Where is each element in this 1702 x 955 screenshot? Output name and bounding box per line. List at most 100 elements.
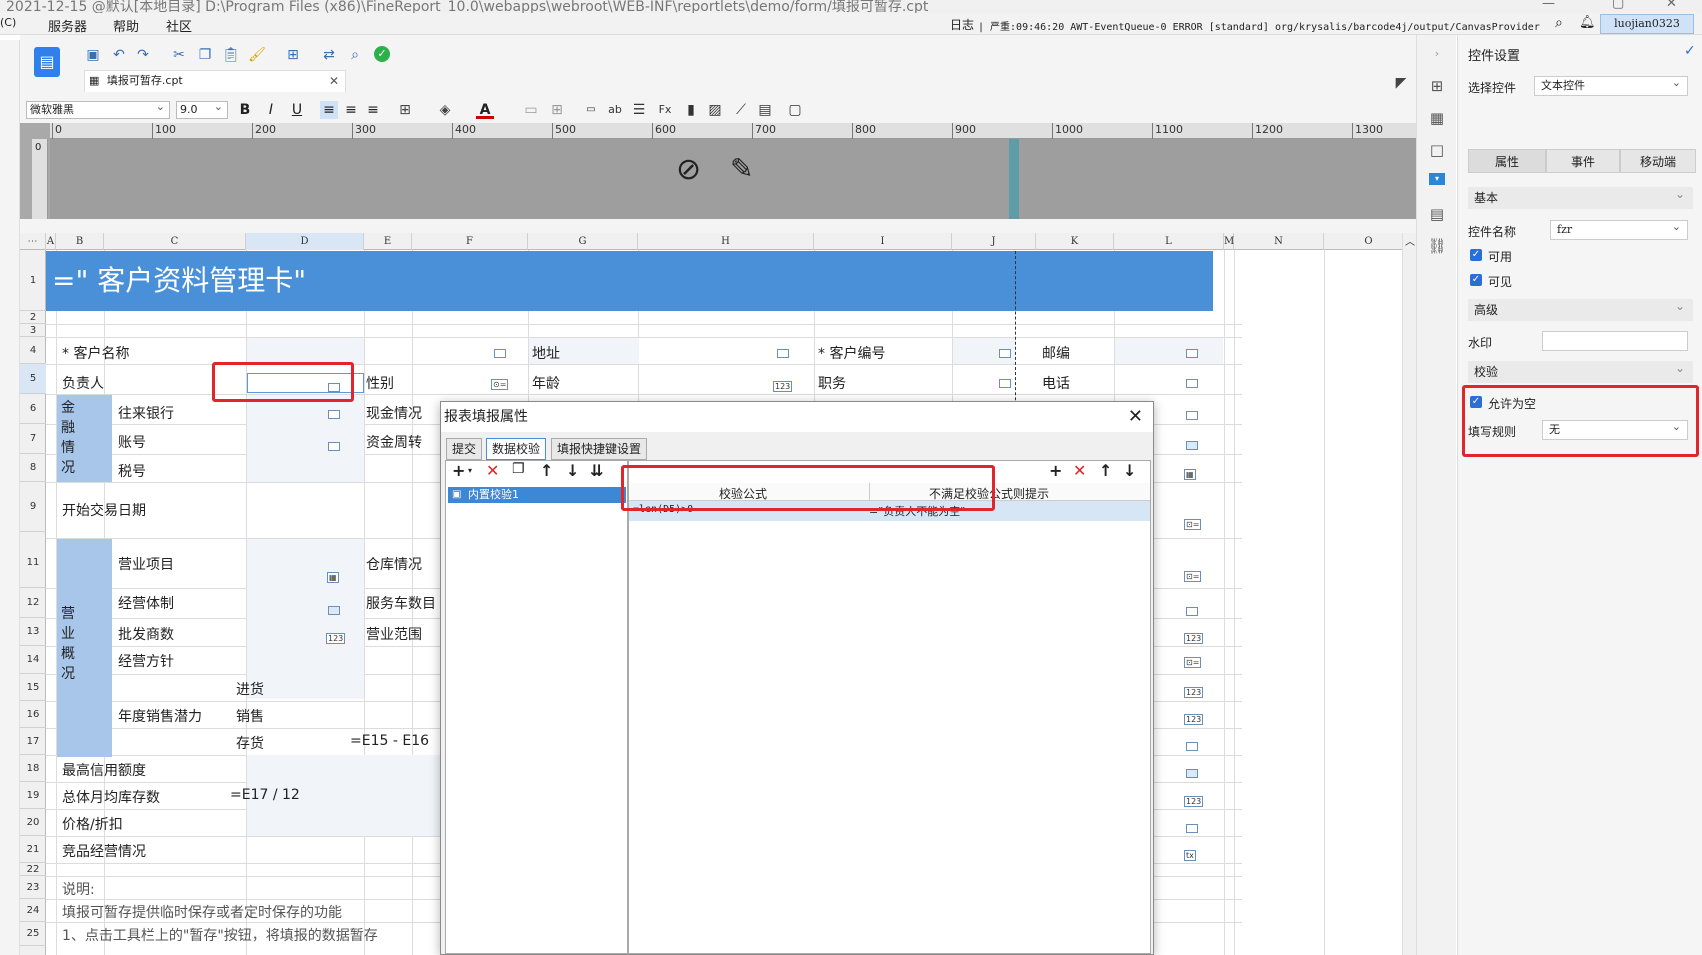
select-widget-dropdown[interactable]: 文本控件 ⌄: [1534, 76, 1688, 96]
delete-icon[interactable]: ✕: [486, 461, 499, 480]
move-up-icon[interactable]: ↑: [540, 461, 553, 480]
col-header[interactable]: J: [952, 233, 1036, 250]
menu-help[interactable]: 帮助: [113, 16, 139, 35]
copy-icon[interactable]: ❐: [196, 46, 214, 64]
validation-item[interactable]: ▣ 内置校验1: [448, 487, 626, 503]
hide-eye-icon[interactable]: ⊘: [676, 152, 701, 187]
enabled-checkbox[interactable]: ✓: [1470, 249, 1482, 261]
row-header-cell[interactable]: 4: [20, 337, 46, 364]
row-header-cell[interactable]: 24: [20, 899, 46, 922]
dialog-close-icon[interactable]: ✕: [1128, 402, 1143, 432]
user-account[interactable]: luojian0323: [1600, 14, 1694, 34]
fill-color-icon[interactable]: ◈: [436, 101, 454, 119]
condition-icon[interactable]: ▤: [1427, 205, 1447, 225]
swap-icon[interactable]: ⇄: [320, 46, 338, 64]
redo-icon[interactable]: ↷: [134, 46, 152, 64]
tab-mobile[interactable]: 移动端: [1620, 149, 1696, 173]
add-icon[interactable]: +: [452, 461, 465, 480]
cut-icon[interactable]: ✂: [170, 46, 188, 64]
tab-shortcut-settings[interactable]: 填报快捷键设置: [551, 438, 648, 460]
bell-icon[interactable]: 🔔︎: [1579, 15, 1596, 30]
col-header[interactable]: K: [1036, 233, 1114, 250]
paste-icon[interactable]: 📋︎: [222, 46, 240, 64]
border-icon[interactable]: ⊞: [396, 101, 414, 119]
row-header-cell[interactable]: 25: [20, 922, 46, 946]
add-dropdown-icon[interactable]: ▾: [468, 466, 472, 475]
text-field-icon[interactable]: ▭: [582, 101, 600, 119]
row-header-cell[interactable]: 3: [20, 324, 46, 337]
subreport-icon[interactable]: ▤: [756, 101, 774, 119]
col-header[interactable]: G: [528, 233, 638, 250]
preview-icon[interactable]: ⌕: [346, 46, 364, 64]
bold-icon[interactable]: B: [236, 101, 254, 119]
row-header-cell[interactable]: 18: [20, 755, 46, 782]
col-header[interactable]: E: [364, 233, 412, 250]
row-header-cell[interactable]: 20: [20, 809, 46, 836]
designer-logo-icon[interactable]: ▤: [34, 47, 60, 77]
row-header-cell[interactable]: 8: [20, 454, 46, 482]
panel-edit-icon[interactable]: ✓: [1684, 43, 1696, 59]
format-painter-icon[interactable]: 🖌︎: [248, 46, 266, 64]
save-icon[interactable]: ▣: [84, 46, 102, 64]
col-header[interactable]: H: [638, 233, 814, 250]
corner-icon[interactable]: ⋯: [20, 233, 46, 250]
formula-icon[interactable]: Fx: [656, 101, 674, 119]
underline-icon[interactable]: U: [288, 101, 306, 119]
section-validate[interactable]: 校验: [1468, 357, 1693, 383]
frame-icon[interactable]: □: [1427, 141, 1447, 161]
move-down-icon[interactable]: ↓: [566, 461, 579, 480]
search-icon[interactable]: ⌕: [1555, 15, 1563, 31]
align-left-icon[interactable]: ≡: [320, 101, 338, 119]
section-advanced[interactable]: 高级: [1468, 295, 1693, 321]
formula-monthly[interactable]: =E17 / 12: [230, 787, 300, 803]
col-header[interactable]: D: [246, 233, 364, 250]
template-icon[interactable]: ⊞: [284, 46, 302, 64]
align-right-icon[interactable]: ≡: [364, 101, 382, 119]
row-header-cell[interactable]: 23: [20, 876, 46, 899]
row-down-icon[interactable]: ↓: [1123, 461, 1136, 480]
row-header-cell[interactable]: 9: [20, 482, 46, 532]
tab-events[interactable]: 事件: [1546, 149, 1620, 173]
row-header-cell[interactable]: 13: [20, 618, 46, 646]
cell-attr-icon[interactable]: ⊞: [1427, 77, 1447, 97]
edit-pencil-icon[interactable]: ✎: [730, 152, 753, 185]
row-header-cell[interactable]: 5: [20, 364, 46, 394]
row-header-cell[interactable]: 11: [20, 538, 46, 588]
visible-checkbox[interactable]: ✓: [1470, 274, 1482, 286]
parameter-boundary[interactable]: [1009, 139, 1019, 219]
collapse-arrow-icon[interactable]: ›: [1427, 47, 1447, 67]
image-icon[interactable]: ▨: [706, 101, 724, 119]
col-header[interactable]: L: [1114, 233, 1224, 250]
element-icon[interactable]: ▦: [1427, 109, 1447, 129]
slash-icon[interactable]: ⟋: [732, 101, 750, 119]
row-up-icon[interactable]: ↑: [1099, 461, 1112, 480]
scroll-up-icon[interactable]: ︿: [1405, 233, 1415, 248]
check-icon[interactable]: ✓: [374, 46, 390, 62]
delete-row-icon[interactable]: ✕: [1073, 461, 1086, 480]
minimize-button[interactable]: —: [1542, 0, 1555, 11]
label-icon[interactable]: ab: [606, 101, 624, 119]
col-header[interactable]: F: [412, 233, 528, 250]
col-header[interactable]: M: [1224, 233, 1234, 250]
menu-community[interactable]: 社区: [166, 16, 192, 35]
row-header-cell[interactable]: 19: [20, 782, 46, 809]
row-header-cell[interactable]: 12: [20, 588, 46, 618]
row-header-cell[interactable]: 1: [20, 250, 46, 311]
col-header[interactable]: O: [1324, 233, 1414, 250]
add-row-icon[interactable]: +: [1049, 461, 1062, 480]
row-header-cell[interactable]: 6: [20, 394, 46, 424]
tab-properties[interactable]: 属性: [1468, 149, 1546, 173]
align-center-icon[interactable]: ≡: [342, 101, 360, 119]
report-banner[interactable]: =" 客户资料管理卡": [46, 251, 1213, 311]
collapse-icon[interactable]: ◤: [1392, 74, 1410, 92]
more-icon[interactable]: ▢: [786, 101, 804, 119]
link-icon[interactable]: ⛓: [1427, 237, 1447, 257]
col-header[interactable]: I: [814, 233, 952, 250]
chart-icon[interactable]: ▮: [682, 101, 700, 119]
merge-icon[interactable]: ▭: [522, 101, 540, 119]
maximize-button[interactable]: ▢: [1612, 0, 1624, 11]
close-window-button[interactable]: ✕: [1666, 0, 1677, 11]
move-bottom-icon[interactable]: ⇊: [590, 461, 603, 480]
italic-icon[interactable]: I: [262, 101, 280, 119]
row-header-cell[interactable]: 7: [20, 424, 46, 454]
